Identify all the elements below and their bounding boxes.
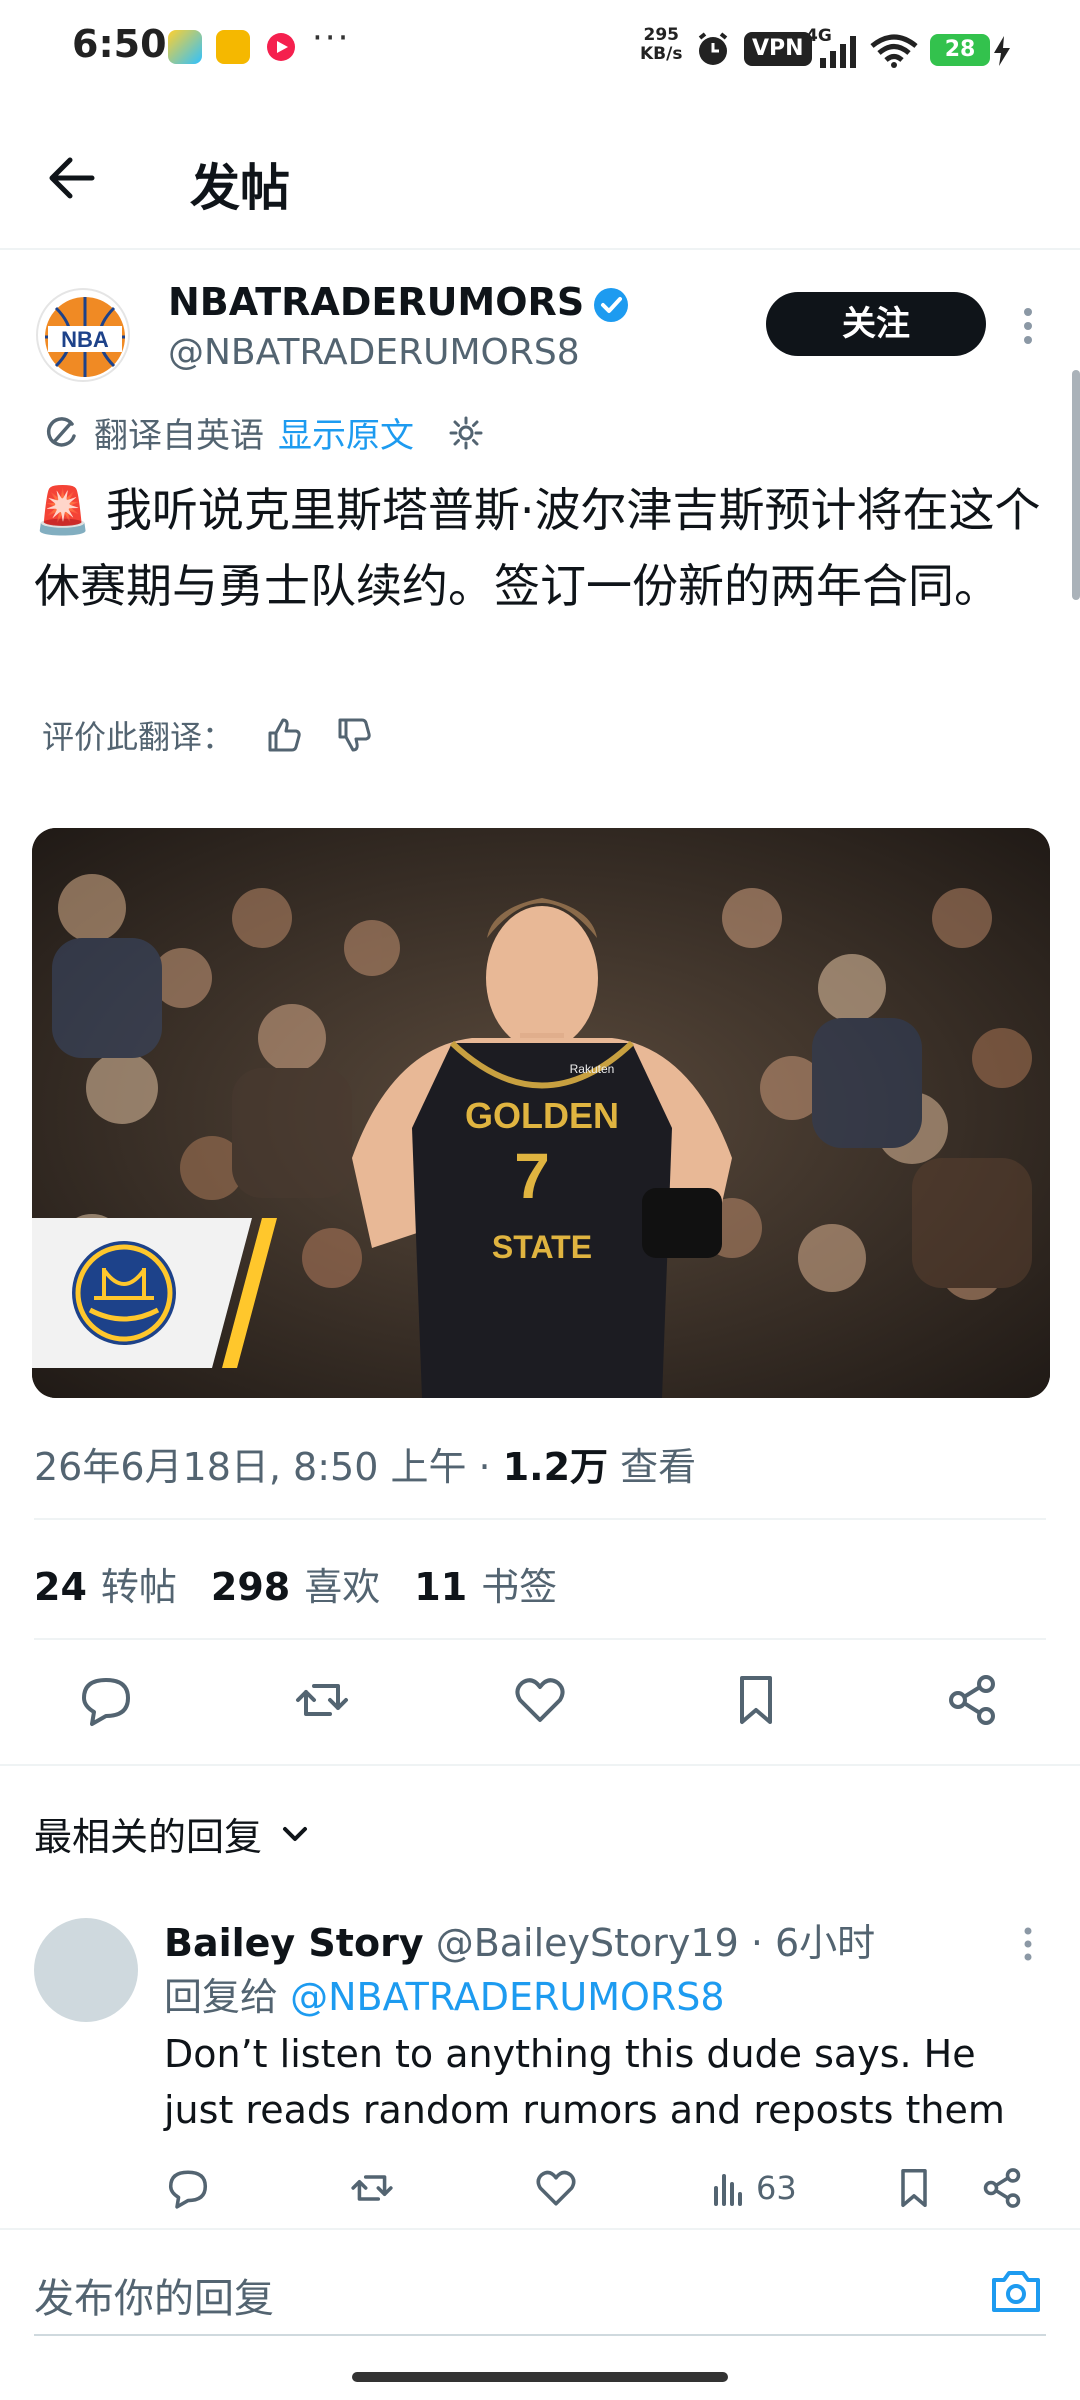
views-label: 查看 [608, 1445, 697, 1489]
share-icon[interactable] [944, 1672, 1000, 1728]
translated-from-label: 翻译自英语 [94, 416, 264, 456]
retweet-icon[interactable] [294, 1672, 350, 1728]
thumbs-up-icon[interactable] [264, 715, 304, 755]
follow-button[interactable]: 关注 [766, 292, 986, 356]
svg-text:GOLDEN: GOLDEN [465, 1095, 619, 1136]
likes-stat[interactable]: 298 喜欢 [211, 1556, 380, 1611]
actions-divider [0, 1764, 1080, 1766]
svg-text:STATE: STATE [492, 1229, 592, 1265]
reply-to-handle[interactable]: @NBATRADERUMORS8 [290, 1975, 725, 2019]
thumbs-down-icon[interactable] [334, 715, 374, 755]
like-heart-icon[interactable] [512, 1672, 568, 1728]
reply-avatar[interactable] [34, 1918, 138, 2022]
chevron-down-icon [280, 1819, 310, 1849]
more-notifications-icon: ··· [312, 18, 351, 58]
app-icon-music [264, 30, 298, 64]
svg-text:NBA: NBA [61, 327, 109, 352]
reply-more-options-icon[interactable] [1018, 1926, 1038, 1962]
show-original-link[interactable]: 显示原文 [278, 408, 414, 457]
reply-like-heart-icon[interactable] [534, 2166, 578, 2210]
compose-reply-input[interactable]: 发布你的回复 [34, 2266, 274, 2324]
verified-badge-icon [592, 286, 630, 324]
back-arrow-icon[interactable] [44, 150, 100, 206]
header-divider [0, 248, 1080, 250]
reply-bookmark-icon[interactable] [892, 2166, 936, 2210]
author-avatar[interactable]: NBA [36, 288, 130, 382]
tweet-text: 🚨 我听说克里斯塔普斯·波尔津吉斯预计将在这个休赛期与勇士队续约。签订一份新的两… [34, 483, 1041, 613]
rate-translation-row: 评价此翻译： [42, 712, 374, 758]
author-name[interactable]: NBATRADERUMORS [168, 280, 584, 324]
scrollbar[interactable] [1072, 370, 1080, 600]
app-icon-video [168, 30, 202, 64]
views-count: 1.2万 [502, 1445, 609, 1489]
reply-reply-icon[interactable] [166, 2166, 210, 2210]
reply-header: Bailey Story @BaileyStory19 · 6小时 [164, 1912, 875, 1967]
meta-divider [34, 1518, 1046, 1520]
reply-retweet-icon[interactable] [350, 2166, 394, 2210]
compose-underline [34, 2334, 1046, 2336]
page-title: 发帖 [190, 159, 290, 217]
tweet-timestamp: 26年6月18日, 8:50 上午 · [34, 1445, 503, 1489]
reply-icon[interactable] [78, 1672, 134, 1728]
charging-icon [994, 36, 1010, 66]
reply-views[interactable]: 63 [710, 2168, 797, 2208]
reply-views-count: 63 [756, 2169, 797, 2207]
battery-level: 28 [930, 34, 990, 66]
network-speed: 295 KB/s [640, 25, 683, 64]
replies-sort-label: 最相关的回复 [34, 1815, 263, 1859]
analytics-bars-icon [710, 2168, 750, 2208]
reply-time: · 6小时 [738, 1921, 876, 1965]
translation-row: 翻译自英语 显示原文 [42, 408, 484, 457]
rate-translation-label: 评价此翻译： [42, 718, 235, 756]
alarm-icon [694, 30, 732, 68]
author-handle[interactable]: @NBATRADERUMORS8 [168, 332, 580, 373]
reply-to-line: 回复给 @NBATRADERUMORS8 [164, 1975, 725, 2019]
translate-icon [42, 414, 80, 452]
reply-text: Don’t listen to anything this dude says.… [164, 2032, 1005, 2132]
more-options-icon[interactable] [1018, 306, 1038, 346]
reply-author-name[interactable]: Bailey Story [164, 1921, 424, 1965]
bookmark-icon[interactable] [728, 1672, 784, 1728]
svg-text:Rakuten: Rakuten [570, 1062, 615, 1076]
signal-icon [818, 36, 858, 68]
translation-settings-gear-icon[interactable] [448, 415, 484, 451]
bookmarks-stat[interactable]: 11 书签 [414, 1556, 557, 1611]
camera-icon[interactable] [990, 2268, 1042, 2314]
engagement-stats: 24 转帖 298 喜欢 11 书签 [34, 1556, 557, 1611]
reply-share-icon[interactable] [980, 2166, 1024, 2210]
compose-divider [0, 2228, 1080, 2230]
vpn-badge: VPN [744, 32, 812, 66]
stats-divider [34, 1638, 1046, 1640]
wifi-icon [870, 34, 918, 68]
retweets-stat[interactable]: 24 转帖 [34, 1556, 177, 1611]
tweet-image[interactable]: GOLDEN 7 STATE Rakuten [32, 828, 1050, 1398]
replies-sort-dropdown[interactable]: 最相关的回复 [34, 1806, 310, 1861]
reply-author-handle[interactable]: @BaileyStory19 [436, 1921, 739, 1965]
svg-text:7: 7 [514, 1140, 550, 1212]
app-icon-duck [216, 30, 250, 64]
home-indicator[interactable] [352, 2372, 728, 2382]
tweet-timestamp-views: 26年6月18日, 8:50 上午 · 1.2万 查看 [34, 1436, 696, 1491]
status-time: 6:50 [72, 22, 167, 66]
